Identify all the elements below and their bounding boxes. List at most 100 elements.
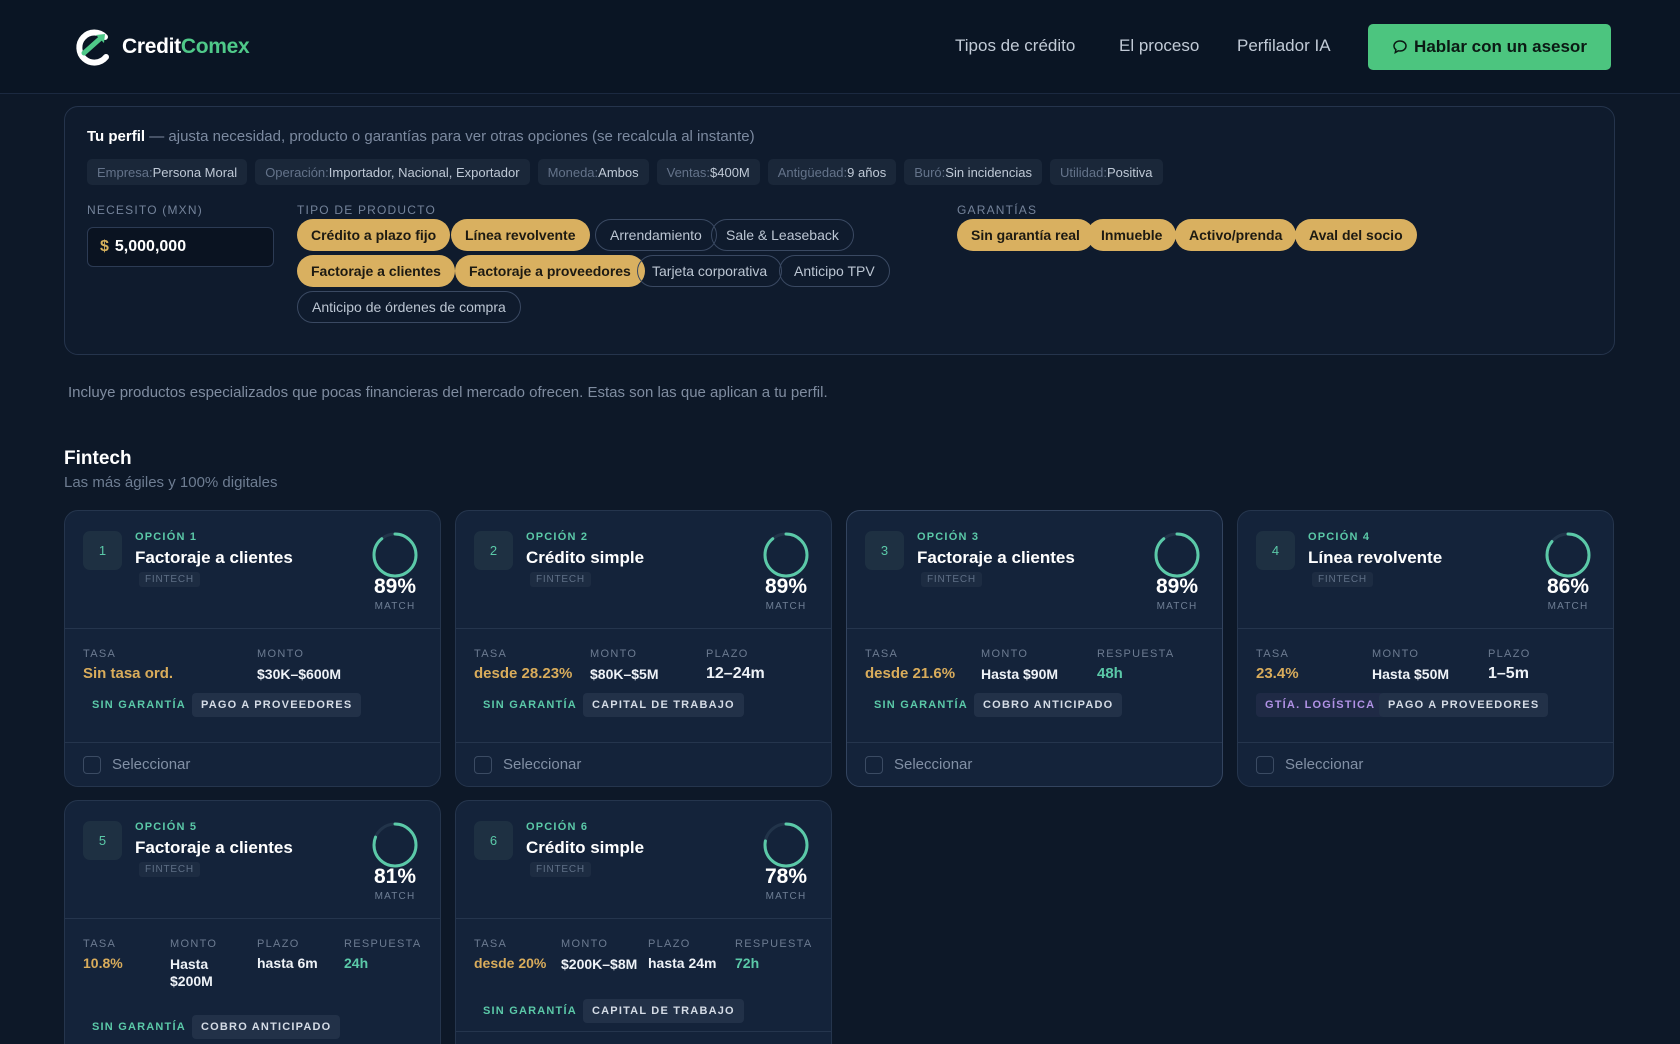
currency-symbol: $ [100,238,109,255]
metric-label: MONTO [590,648,638,660]
option-label: OPCIÓN 3 [917,531,980,543]
metric-value: hasta 24m [648,955,717,971]
product-filter-pill[interactable]: Anticipo TPV [779,255,890,287]
match-percent: 86% [1546,575,1590,598]
category-tag: FINTECH [139,572,200,587]
credit-option-card[interactable]: 1 OPCIÓN 1 Factoraje a clientes FINTECH 89% M… [64,510,441,787]
product-filter-pill[interactable]: Factoraje a clientes [297,255,455,287]
match-ring-fill [1154,532,1200,578]
profile-chips: Empresa: Persona Moral Operación: Importa… [87,159,1163,185]
guarantee-filter-pill[interactable]: Aval del socio [1295,219,1417,251]
chip-key: Empresa: [97,164,153,180]
nav-perfilador-ia[interactable]: Perfilador IA [1237,36,1331,56]
use-tag: COBRO ANTICIPADO [192,1015,341,1039]
metric-value: hasta 6m [257,955,318,971]
metric-label: MONTO [257,648,305,660]
guarantee-tag: SIN GARANTÍA [874,699,968,711]
use-tag: CAPITAL DE TRABAJO [583,999,744,1023]
profile-chip: Buró: Sin incidencias [904,159,1042,185]
card-header: 6 OPCIÓN 6 Crédito simple FINTECH 78% MATCH [456,801,831,919]
chip-value: Positiva [1106,164,1153,180]
match-percent: 78% [764,865,808,888]
metric-value: desde 28.23% [474,665,573,682]
chip-key: Utilidad: [1060,164,1107,180]
match-ring-fill [763,532,809,578]
product-filter-pill[interactable]: Factoraje a proveedores [455,255,645,287]
guarantee-filter-pill[interactable]: Sin garantía real [957,219,1094,251]
select-label[interactable]: Seleccionar [1285,756,1363,773]
credit-option-card[interactable]: 2 OPCIÓN 2 Crédito simple FINTECH 89% MATCH TA… [455,510,832,787]
select-label[interactable]: Seleccionar [503,756,581,773]
match-percent: 81% [373,865,417,888]
need-label: NECESITO (MXN) [87,203,203,217]
match-ring [1154,532,1200,578]
nav-el-proceso[interactable]: El proceso [1119,36,1199,56]
profile-title: Tu perfil — ajusta necesidad, producto o… [87,128,755,145]
select-checkbox[interactable] [474,756,492,774]
product-filter-pill[interactable]: Crédito a plazo fijo [297,219,451,251]
product-filter-pill[interactable]: Línea revolvente [451,219,590,251]
chip-key: Moneda: [547,164,599,180]
logo-icon [76,29,109,66]
match-label: MATCH [1156,601,1198,612]
select-label[interactable]: Seleccionar [894,756,972,773]
select-checkbox[interactable] [865,756,883,774]
category-tag: FINTECH [921,572,982,587]
top-header: CreditComex Tipos de crédito El proceso … [0,0,1680,94]
match-label: MATCH [765,891,807,902]
match-ring [372,822,418,868]
option-label: OPCIÓN 4 [1308,531,1371,543]
guarantee-filter-pill[interactable]: Inmueble [1087,219,1177,251]
metric-value: Hasta $50M [1372,666,1450,682]
guarantee-tag: SIN GARANTÍA [483,699,577,711]
metric-label: TASA [474,648,508,660]
product-filter-pill[interactable]: Anticipo de órdenes de compra [297,291,521,323]
use-tag: PAGO A PROVEEDORES [1379,693,1549,717]
talk-to-advisor-button[interactable]: Hablar con un asesor [1368,24,1611,70]
metric-label: MONTO [561,938,609,950]
amount-input[interactable]: $ 5,000,000 [87,227,274,267]
card-header: 3 OPCIÓN 3 Factoraje a clientes FINTECH 89% M… [847,511,1222,629]
use-tag: COBRO ANTICIPADO [974,693,1123,717]
metric-label: PLAZO [257,938,300,950]
product-filter-pill[interactable]: Sale & Leaseback [711,219,854,251]
nav-tipos-credito[interactable]: Tipos de crédito [955,36,1075,56]
metric-value: $30K–$600M [257,666,342,682]
select-checkbox[interactable] [83,756,101,774]
select-checkbox[interactable] [1256,756,1274,774]
credit-option-card[interactable]: 5 OPCIÓN 5 Factoraje a clientes FINTECH 81% M… [64,800,441,1044]
guarantee-tag: GTÍA. LOGÍSTICA [1256,693,1385,717]
match-percent: 89% [373,575,417,598]
metric-value: Sin tasa ord. [83,665,174,682]
profile-chip: Antigüedad: 9 años [767,159,897,185]
match-ring-fill [372,532,418,578]
metric-label: TASA [83,938,117,950]
credit-option-card[interactable]: 3 OPCIÓN 3 Factoraje a clientes FINTECH 89% M… [846,510,1223,787]
chip-key: Antigüedad: [777,164,848,180]
product-filter-pill[interactable]: Arrendamiento [595,219,717,251]
chip-value: Persona Moral [152,164,238,180]
credit-option-card[interactable]: 6 OPCIÓN 6 Crédito simple FINTECH 78% MATCH TA… [455,800,832,1044]
metric-label: PLAZO [648,938,691,950]
metric-value: 48h [1097,665,1123,682]
option-title: Factoraje a clientes [135,548,293,567]
metric-value: $80K–$5M [590,666,659,682]
credit-option-card[interactable]: 4 OPCIÓN 4 Línea revolvente FINTECH 86% MATCH… [1237,510,1614,787]
card-header: 1 OPCIÓN 1 Factoraje a clientes FINTECH 89% M… [65,511,440,629]
guarantee-filter-pill[interactable]: Activo/prenda [1175,219,1297,251]
metric-label: RESPUESTA [1097,648,1175,660]
brand-logo[interactable]: CreditComex [72,24,250,70]
match-label: MATCH [374,891,416,902]
chip-value: Ambos [598,164,639,180]
select-label[interactable]: Seleccionar [112,756,190,773]
match-label: MATCH [765,601,807,612]
option-number: 1 [83,531,122,570]
metric-value: 1–5m [1488,665,1529,682]
product-filter-pill[interactable]: Tarjeta corporativa [637,255,783,287]
metric-value: Hasta $90M [981,666,1059,682]
use-tag: PAGO A PROVEEDORES [192,693,362,717]
option-number: 5 [83,821,122,860]
guarantees-label: GARANTÍAS [957,203,1038,217]
profile-chip: Ventas: $400M [656,159,760,185]
card-header: 2 OPCIÓN 2 Crédito simple FINTECH 89% MATCH [456,511,831,629]
